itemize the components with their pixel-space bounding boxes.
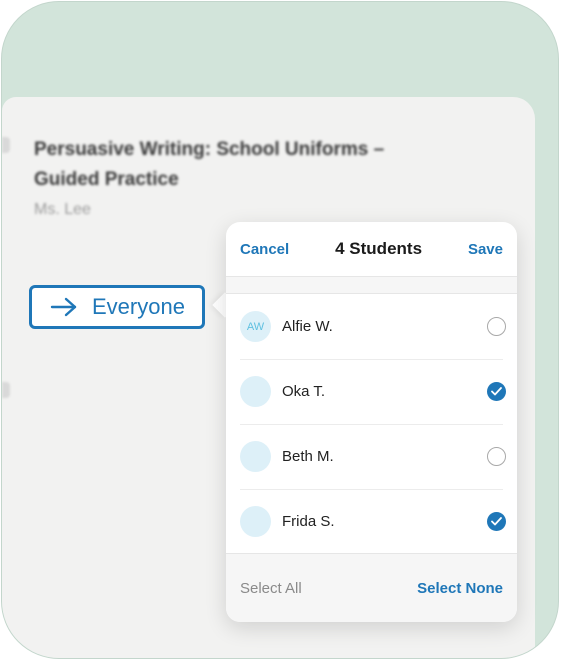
student-row-frida[interactable]: Frida S.: [226, 489, 517, 554]
checked-circle-icon[interactable]: [487, 512, 506, 531]
unchecked-circle-icon[interactable]: [487, 317, 506, 336]
student-name: Alfie W.: [282, 318, 333, 335]
select-all-button[interactable]: Select All: [240, 580, 302, 597]
avatar: [240, 441, 271, 472]
list-header-spacer: [226, 277, 517, 294]
popover-header: Cancel 4 Students Save: [226, 222, 517, 277]
student-row-alfie[interactable]: AW Alfie W.: [226, 294, 517, 359]
save-button[interactable]: Save: [468, 241, 503, 258]
student-list: AW Alfie W. Oka T. Beth M. Frida S.: [226, 294, 517, 554]
student-picker-popover: Cancel 4 Students Save AW Alfie W. Oka T…: [226, 222, 517, 622]
checkmark-icon: [491, 517, 502, 526]
student-name: Beth M.: [282, 448, 334, 465]
edge-mark: [2, 137, 10, 153]
arrow-right-icon: [50, 297, 77, 317]
avatar: [240, 376, 271, 407]
student-name: Oka T.: [282, 383, 326, 400]
assignment-teacher: Ms. Lee: [34, 201, 91, 218]
popover-footer: Select All Select None: [226, 553, 517, 622]
checkmark-icon: [491, 387, 502, 396]
assign-target-label: Everyone: [92, 294, 185, 319]
avatar: AW: [240, 311, 271, 342]
checked-circle-icon[interactable]: [487, 382, 506, 401]
student-row-oka[interactable]: Oka T.: [226, 359, 517, 424]
cancel-button[interactable]: Cancel: [240, 241, 289, 258]
select-none-button[interactable]: Select None: [417, 580, 503, 597]
unchecked-circle-icon[interactable]: [487, 447, 506, 466]
student-name: Frida S.: [282, 513, 335, 530]
avatar: [240, 506, 271, 537]
student-row-beth[interactable]: Beth M.: [226, 424, 517, 489]
assign-to-everyone-button[interactable]: Everyone: [29, 285, 205, 329]
popover-title: 4 Students: [335, 239, 423, 258]
assignment-title: Persuasive Writing: School Uniforms – Gu…: [34, 139, 385, 190]
edge-mark: [2, 382, 10, 398]
device-frame: Persuasive Writing: School Uniforms – Gu…: [1, 1, 559, 659]
